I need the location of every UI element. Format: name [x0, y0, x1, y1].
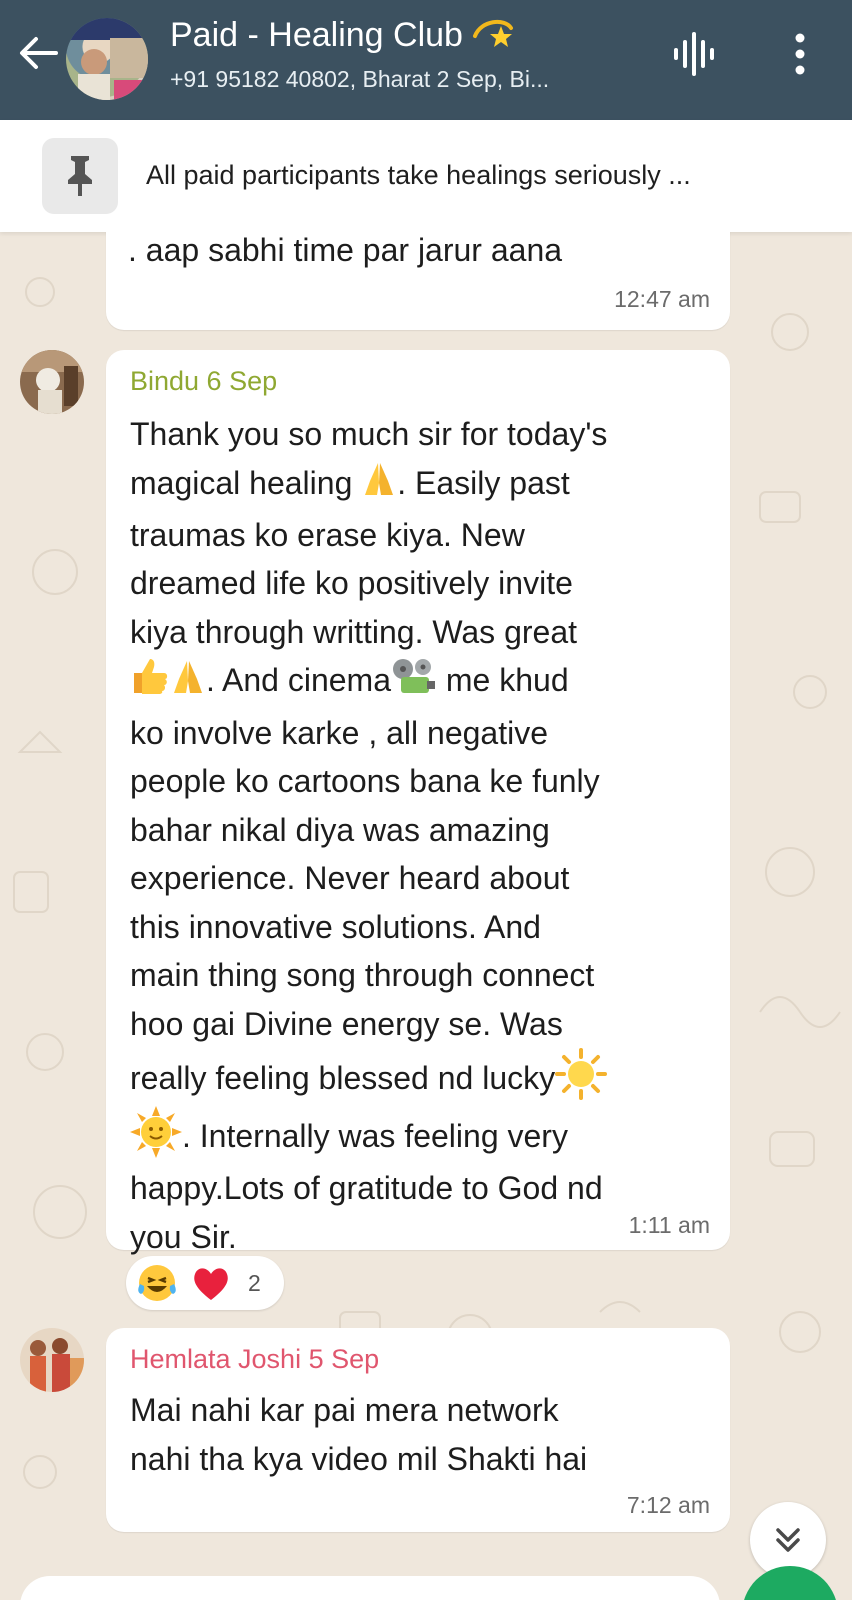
film-projector-emoji — [391, 657, 437, 709]
message-line: this innovative solutions. And — [130, 908, 541, 945]
message-line: magical healing . Easily past — [130, 459, 720, 511]
double-chevron-down-icon — [776, 1528, 800, 1552]
message-bubble[interactable]: . aap sabhi time par jarur aana 12:47 am — [106, 232, 730, 330]
message-line: main thing song through connect — [130, 957, 595, 994]
sun-with-face-emoji — [130, 1106, 182, 1172]
folded-hands-emoji — [170, 657, 206, 709]
message-line-part: . Internally was feeling very — [182, 1118, 568, 1155]
message-line: traumas ko erase kiya. New — [130, 516, 525, 553]
group-title[interactable]: Paid - Healing Club — [170, 14, 515, 59]
sender-avatar[interactable] — [20, 1328, 84, 1392]
group-avatar[interactable] — [66, 18, 148, 100]
message-line: experience. Never heard about — [130, 860, 570, 897]
more-vertical-icon — [795, 33, 805, 75]
back-arrow-icon — [20, 37, 58, 69]
message-line-part: . Easily past — [397, 464, 570, 501]
folded-hands-emoji — [361, 459, 397, 511]
message-line: really feeling blessed nd lucky — [130, 1048, 720, 1106]
message-line: dreamed life ko positively invite — [130, 565, 573, 602]
message-line-part: . And cinema — [206, 662, 391, 699]
back-button[interactable] — [16, 30, 62, 76]
group-title-text: Paid - Healing Club — [170, 16, 463, 54]
pin-icon — [42, 138, 118, 214]
reaction-count: 2 — [248, 1270, 261, 1296]
chat-header: Paid - Healing Club +91 95182 40802, Bha… — [0, 0, 852, 120]
sender-name[interactable]: Hemlata Joshi 5 Sep — [130, 1344, 379, 1375]
sender-avatar[interactable] — [20, 350, 84, 414]
message-time: 7:12 am — [626, 1492, 710, 1518]
message-line: Mai nahi kar pai mera network — [130, 1392, 559, 1428]
sender-name[interactable]: Bindu 6 Sep — [130, 366, 277, 397]
message-line-part: really feeling blessed nd lucky — [130, 1060, 556, 1097]
red-heart-emoji — [190, 1262, 232, 1309]
message-text: Mai nahi kar pai mera network nahi tha k… — [130, 1386, 720, 1483]
laughing-tears-emoji — [136, 1262, 178, 1309]
group-members[interactable]: +91 95182 40802, Bharat 2 Sep, Bi... — [170, 66, 549, 93]
pinned-message-text: All paid participants take healings seri… — [146, 160, 691, 190]
message-line: . And cinema me khud — [130, 656, 720, 708]
message-line: bahar nikal diya was amazing — [130, 811, 550, 848]
message-line-part: me khud — [437, 662, 569, 699]
message-line: happy.Lots of gratitude to God nd — [130, 1170, 603, 1207]
voice-chat-button[interactable] — [672, 32, 716, 76]
message-bubble[interactable]: Bindu 6 Sep Thank you so much sir for to… — [106, 350, 730, 1255]
message-time: 12:47 am — [614, 286, 710, 312]
message-line: nahi tha kya video mil Shakti hai — [130, 1440, 588, 1477]
message-text: . aap sabhi time par jarur aana — [128, 232, 563, 268]
pinned-message-bar[interactable]: All paid participants take healings seri… — [0, 120, 852, 232]
message-line: people ko cartoons bana ke funly — [130, 763, 600, 800]
sun-emoji — [555, 1048, 608, 1114]
message-line: ko involve karke , all negative — [130, 714, 548, 751]
dizzy-star-icon — [471, 14, 515, 59]
message-text: Thank you so much sir for today's magica… — [130, 410, 720, 1261]
message-line: kiya through writting. Was great — [130, 613, 577, 650]
message-line: Thank you so much sir for today's — [130, 416, 608, 452]
message-bubble[interactable]: Hemlata Joshi 5 Sep Mai nahi kar pai mer… — [106, 1328, 730, 1532]
message-line-part: magical healing — [130, 464, 353, 501]
message-time: 1:11 am — [628, 1212, 710, 1238]
chat-area[interactable]: . aap sabhi time par jarur aana 12:47 am… — [0, 232, 852, 1600]
more-options-button[interactable] — [780, 32, 820, 76]
thumbs-up-emoji — [130, 657, 170, 709]
message-input[interactable] — [20, 1576, 720, 1600]
reactions-pill[interactable]: 2 — [126, 1256, 284, 1310]
audio-wave-icon — [674, 32, 714, 76]
message-line: hoo gai Divine energy se. Was — [130, 1005, 563, 1042]
message-line: . Internally was feeling very — [130, 1106, 720, 1164]
